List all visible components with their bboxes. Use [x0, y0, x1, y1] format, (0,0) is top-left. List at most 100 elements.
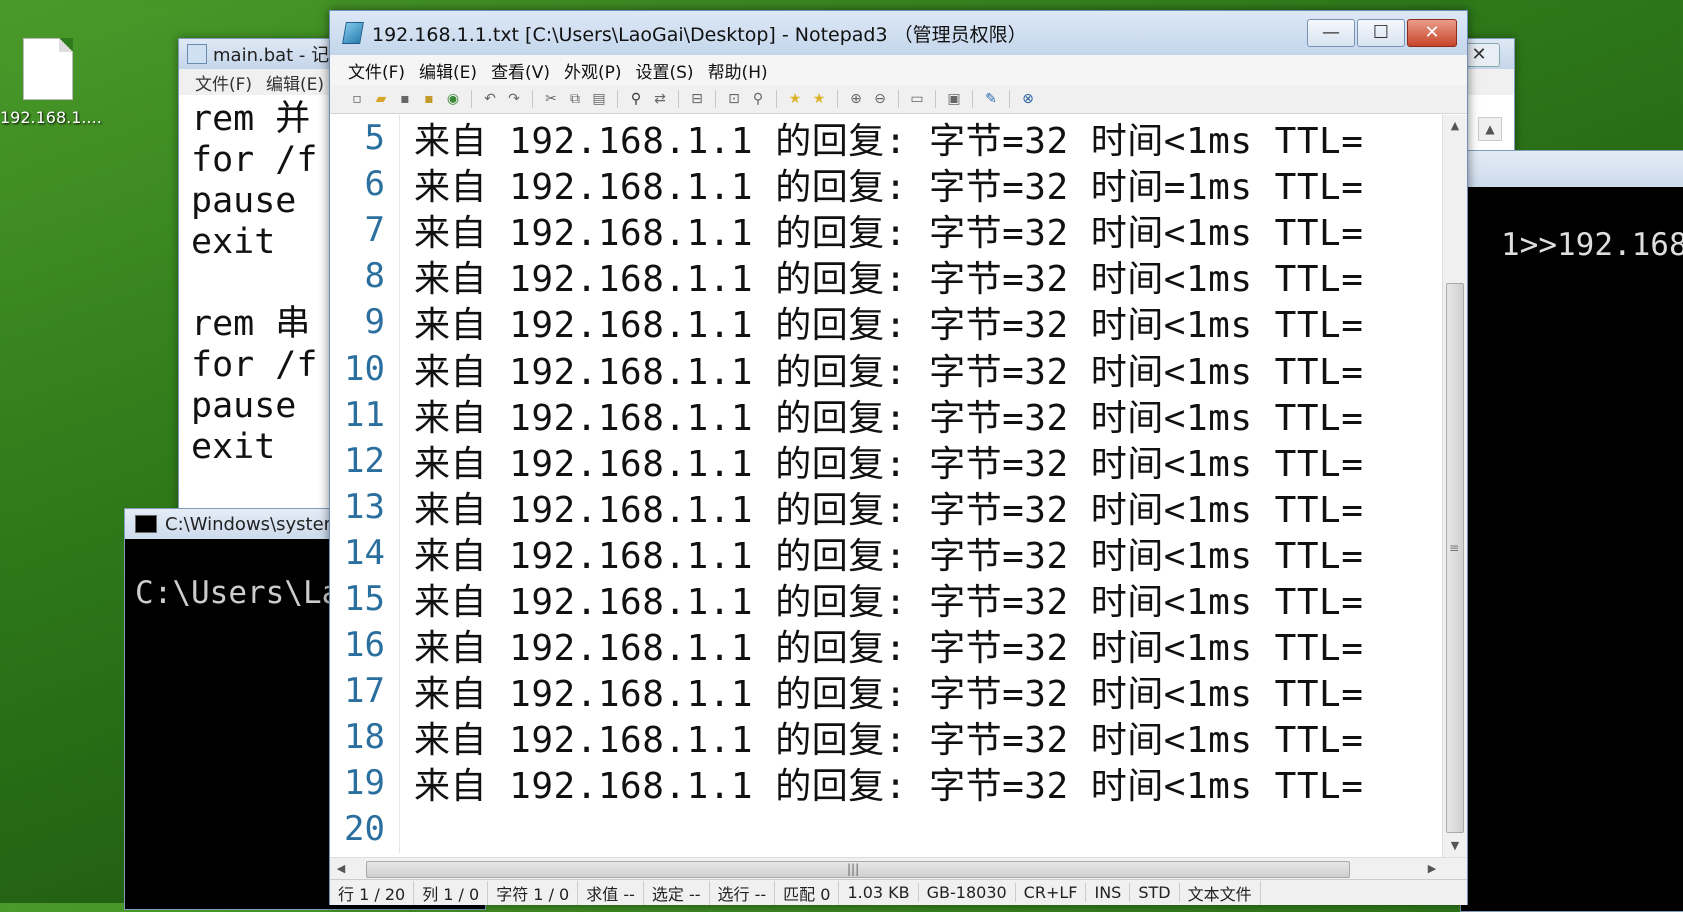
paste-icon[interactable]: ▤: [590, 90, 608, 108]
cut-icon[interactable]: ✂: [542, 90, 560, 108]
toolbar-separator: [715, 90, 716, 108]
scroll-left-icon[interactable]: ◀: [330, 858, 352, 880]
scroll-down-icon[interactable]: ▼: [1443, 835, 1467, 857]
status-insert-mode[interactable]: INS: [1086, 883, 1131, 902]
window-controls: — ☐ ✕: [1307, 19, 1457, 47]
editor-line: 20: [330, 806, 1442, 853]
status-eol[interactable]: CR+LF: [1016, 883, 1087, 902]
status-selection: 选定 --: [644, 880, 710, 905]
line-number: 17: [330, 668, 400, 715]
editor-line: 8 来自 192.168.1.1 的回复: 字节=32 时间<1ms TTL=: [330, 253, 1442, 300]
menu-file[interactable]: 文件(F): [195, 70, 252, 95]
status-encoding[interactable]: GB-18030: [919, 883, 1016, 902]
editor-line: 16 来自 192.168.1.1 的回复: 字节=32 时间<1ms TTL=: [330, 622, 1442, 669]
console-title: C:\Windows\system: [165, 513, 342, 535]
menu-file[interactable]: 文件(F): [348, 58, 405, 83]
editor-line: 14 来自 192.168.1.1 的回复: 字节=32 时间<1ms TTL=: [330, 529, 1442, 577]
notepad-app-icon: [187, 44, 207, 64]
notepad3-window[interactable]: 192.168.1.1.txt [C:\Users\LaoGai\Desktop…: [329, 10, 1468, 905]
vertical-scrollbar[interactable]: ▲ ≡ ▼: [1442, 115, 1467, 857]
zoom-in-icon[interactable]: ⊕: [847, 90, 865, 108]
editor-line: 6 来自 192.168.1.1 的回复: 字节=32 时间=1ms TTL=: [330, 161, 1442, 209]
undo-icon[interactable]: ↶: [481, 90, 499, 108]
close-button[interactable]: ✕: [1407, 19, 1457, 47]
editor-line: 11 来自 192.168.1.1 的回复: 字节=32 时间<1ms TTL=: [330, 391, 1442, 439]
vertical-scroll-thumb[interactable]: [1446, 283, 1464, 833]
toolbar-separator: [532, 90, 533, 108]
toolbar-separator: [776, 90, 777, 108]
status-file-type[interactable]: 文本文件: [1180, 880, 1261, 905]
editor-line: 18 来自 192.168.1.1 的回复: 字节=32 时间<1ms TTL=: [330, 714, 1442, 761]
line-text: 来自 192.168.1.1 的回复: 字节=32 时间<1ms TTL=: [414, 397, 1364, 439]
wordwrap-icon[interactable]: ⊟: [688, 90, 706, 108]
desktop-file-label: 192.168.1....: [0, 108, 102, 127]
toolbar-separator: [617, 90, 618, 108]
scroll-up-icon[interactable]: ▲: [1443, 115, 1467, 137]
menu-edit[interactable]: 编辑(E): [266, 70, 324, 95]
editor-line: 5 来自 192.168.1.1 的回复: 字节=32 时间<1ms TTL=: [330, 115, 1442, 162]
line-number: 16: [330, 622, 400, 669]
menu-view[interactable]: 查看(V): [491, 58, 550, 83]
menu-edit[interactable]: 编辑(E): [419, 58, 477, 83]
goto-icon[interactable]: ⊡: [725, 90, 743, 108]
find-icon[interactable]: ⚲: [627, 90, 645, 108]
toolbar-separator: [898, 90, 899, 108]
line-number: 9: [330, 299, 400, 346]
horizontal-scroll-thumb[interactable]: |||: [366, 861, 1350, 878]
line-number: 13: [330, 483, 400, 530]
line-text: 来自 192.168.1.1 的回复: 字节=32 时间<1ms TTL=: [414, 489, 1364, 531]
line-number: 6: [330, 161, 400, 208]
zoom-find-icon[interactable]: ⚲: [749, 90, 767, 108]
grip-icon: |||: [847, 862, 860, 876]
replace-icon[interactable]: ⇄: [651, 90, 669, 108]
status-selected-lines: 选行 --: [710, 880, 776, 905]
right-console-output: 1>>192.168: [1501, 227, 1683, 263]
status-chars: 字符 1 / 0: [488, 880, 579, 905]
desktop-file-icon[interactable]: 192.168.1....: [0, 38, 102, 127]
line-text: 来自 192.168.1.1 的回复: 字节=32 时间<1ms TTL=: [414, 213, 1364, 255]
status-std[interactable]: STD: [1130, 883, 1180, 902]
reload-icon[interactable]: ◉: [444, 90, 462, 108]
line-number: 20: [330, 806, 400, 853]
favorites-icon[interactable]: ★: [786, 90, 804, 108]
editor-line: 7 来自 192.168.1.1 的回复: 字节=32 时间<1ms TTL=: [330, 207, 1442, 255]
menu-settings[interactable]: 设置(S): [636, 58, 694, 83]
right-console-window[interactable]: 1>>192.168: [1460, 150, 1683, 912]
scroll-right-icon[interactable]: ▶: [1421, 858, 1443, 880]
notepad3-app-icon: [342, 22, 364, 44]
horizontal-scrollbar[interactable]: ◀ ||| ▶: [330, 857, 1467, 880]
status-match: 匹配 0: [775, 880, 840, 905]
scheme-icon[interactable]: ▭: [908, 90, 926, 108]
pin-icon[interactable]: ✎: [982, 90, 1000, 108]
line-text: 来自 192.168.1.1 的回复: 字节=32 时间<1ms TTL=: [414, 305, 1364, 347]
status-column[interactable]: 列 1 / 0: [414, 880, 489, 905]
line-text: 来自 192.168.1.1 的回复: 字节=32 时间<1ms TTL=: [414, 535, 1364, 577]
menu-help[interactable]: 帮助(H): [708, 58, 768, 83]
minimize-button[interactable]: —: [1307, 19, 1355, 47]
status-row[interactable]: 行 1 / 20: [330, 880, 415, 905]
redo-icon[interactable]: ↷: [505, 90, 523, 108]
maximize-button[interactable]: ☐: [1357, 19, 1405, 47]
save-icon[interactable]: ▪: [396, 90, 414, 108]
notepad3-titlebar[interactable]: 192.168.1.1.txt [C:\Users\LaoGai\Desktop…: [330, 11, 1467, 55]
scroll-up-icon[interactable]: ▲: [1478, 117, 1502, 141]
status-size: 1.03 KB: [839, 883, 919, 902]
line-text: 来自 192.168.1.1 的回复: 字节=32 时间=1ms TTL=: [414, 167, 1364, 209]
line-text: 来自 192.168.1.1 的回复: 字节=32 时间<1ms TTL=: [414, 351, 1364, 393]
zoom-out-icon[interactable]: ⊖: [871, 90, 889, 108]
customize-icon[interactable]: ▣: [945, 90, 963, 108]
menu-appearance[interactable]: 外观(P): [564, 58, 622, 83]
toolbar-separator: [837, 90, 838, 108]
editor-area[interactable]: 5 来自 192.168.1.1 的回复: 字节=32 时间<1ms TTL= 6…: [330, 115, 1442, 857]
save-as-icon[interactable]: ▪: [420, 90, 438, 108]
new-file-icon[interactable]: ▫: [348, 90, 366, 108]
right-console-titlebar[interactable]: [1461, 151, 1683, 187]
copy-icon[interactable]: ⧉: [566, 90, 584, 108]
editor-line: 12 来自 192.168.1.1 的回复: 字节=32 时间<1ms TTL=: [330, 437, 1442, 485]
editor-line: 13 来自 192.168.1.1 的回复: 字节=32 时间<1ms TTL=: [330, 483, 1442, 531]
add-favorite-icon[interactable]: ★: [810, 90, 828, 108]
exit-icon[interactable]: ⊗: [1019, 90, 1037, 108]
toolbar-separator: [972, 90, 973, 108]
open-folder-icon[interactable]: ▰: [372, 90, 390, 108]
line-text: 来自 192.168.1.1 的回复: 字节=32 时间<1ms TTL=: [414, 674, 1364, 716]
